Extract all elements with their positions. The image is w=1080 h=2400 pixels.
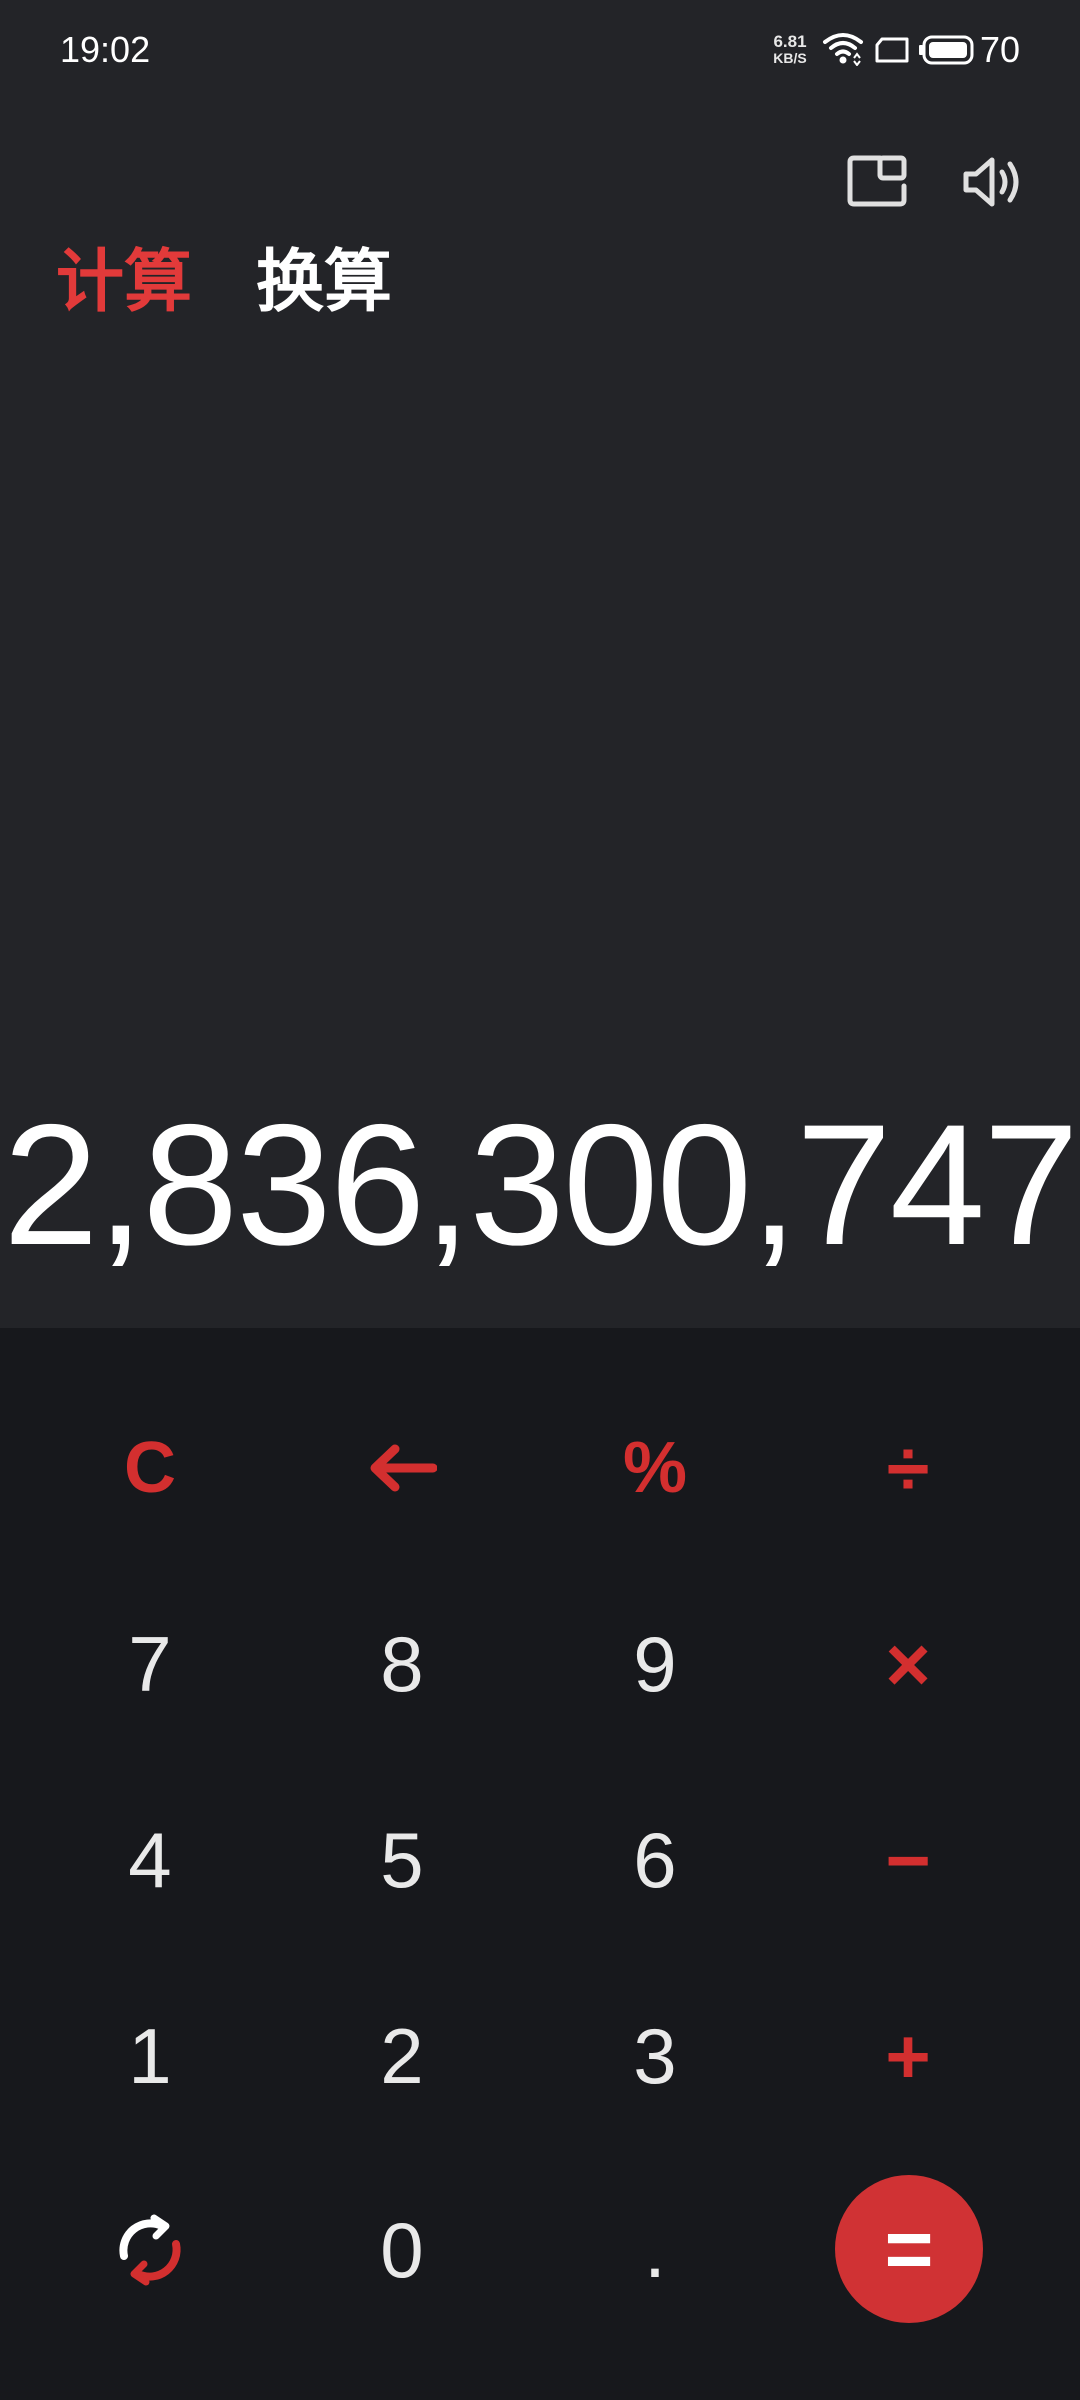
backspace-button[interactable] bbox=[302, 1388, 502, 1548]
float-window-icon bbox=[847, 155, 907, 207]
multiply-button[interactable]: × bbox=[808, 1584, 1008, 1744]
minus-button[interactable]: − bbox=[808, 1780, 1008, 1940]
divide-button[interactable]: ÷ bbox=[808, 1388, 1008, 1548]
result-display: 2,836,300,747 bbox=[3, 1089, 1079, 1281]
percent-button[interactable]: % bbox=[555, 1388, 755, 1548]
decimal-point-button[interactable]: . bbox=[555, 2170, 755, 2330]
equals-button[interactable]: = bbox=[835, 2175, 983, 2323]
digit-3-button[interactable]: 3 bbox=[555, 1976, 755, 2136]
calculator-screen: 19:02 6.81 KB/S 70 计算 换算 2,836,300,747 C… bbox=[0, 0, 1080, 2400]
digit-4-button[interactable]: 4 bbox=[50, 1780, 250, 1940]
plus-button[interactable]: + bbox=[808, 1976, 1008, 2136]
tab-calculate[interactable]: 计算 bbox=[56, 238, 192, 328]
speaker-icon bbox=[963, 157, 1019, 207]
wifi-icon bbox=[823, 33, 863, 66]
digit-2-button[interactable]: 2 bbox=[302, 1976, 502, 2136]
rotate-icon bbox=[119, 2214, 181, 2286]
digit-7-button[interactable]: 7 bbox=[50, 1584, 250, 1744]
screen-cast-icon bbox=[875, 37, 909, 63]
clear-button[interactable]: C bbox=[50, 1388, 250, 1548]
backspace-arrow-icon bbox=[370, 1444, 437, 1492]
status-time: 19:02 bbox=[60, 29, 151, 70]
tab-convert[interactable]: 换算 bbox=[256, 238, 392, 328]
digit-5-button[interactable]: 5 bbox=[302, 1780, 502, 1940]
digit-1-button[interactable]: 1 bbox=[50, 1976, 250, 2136]
rotate-button[interactable] bbox=[50, 2170, 250, 2330]
network-speed-unit: KB/S bbox=[773, 50, 807, 66]
digit-6-button[interactable]: 6 bbox=[555, 1780, 755, 1940]
network-speed-value: 6.81 bbox=[773, 32, 807, 51]
battery-level: 70 bbox=[980, 29, 1021, 70]
display-area: 19:02 6.81 KB/S 70 计算 换算 2,836,300,747 bbox=[0, 0, 1080, 1328]
status-bar: 19:02 6.81 KB/S 70 bbox=[0, 0, 1080, 100]
sound-button[interactable] bbox=[960, 152, 1024, 212]
float-window-button[interactable] bbox=[846, 152, 910, 212]
digit-0-button[interactable]: 0 bbox=[302, 2170, 502, 2330]
battery-icon bbox=[919, 35, 974, 65]
digit-9-button[interactable]: 9 bbox=[555, 1584, 755, 1744]
digit-8-button[interactable]: 8 bbox=[302, 1584, 502, 1744]
network-speed: 6.81 KB/S bbox=[768, 32, 812, 66]
